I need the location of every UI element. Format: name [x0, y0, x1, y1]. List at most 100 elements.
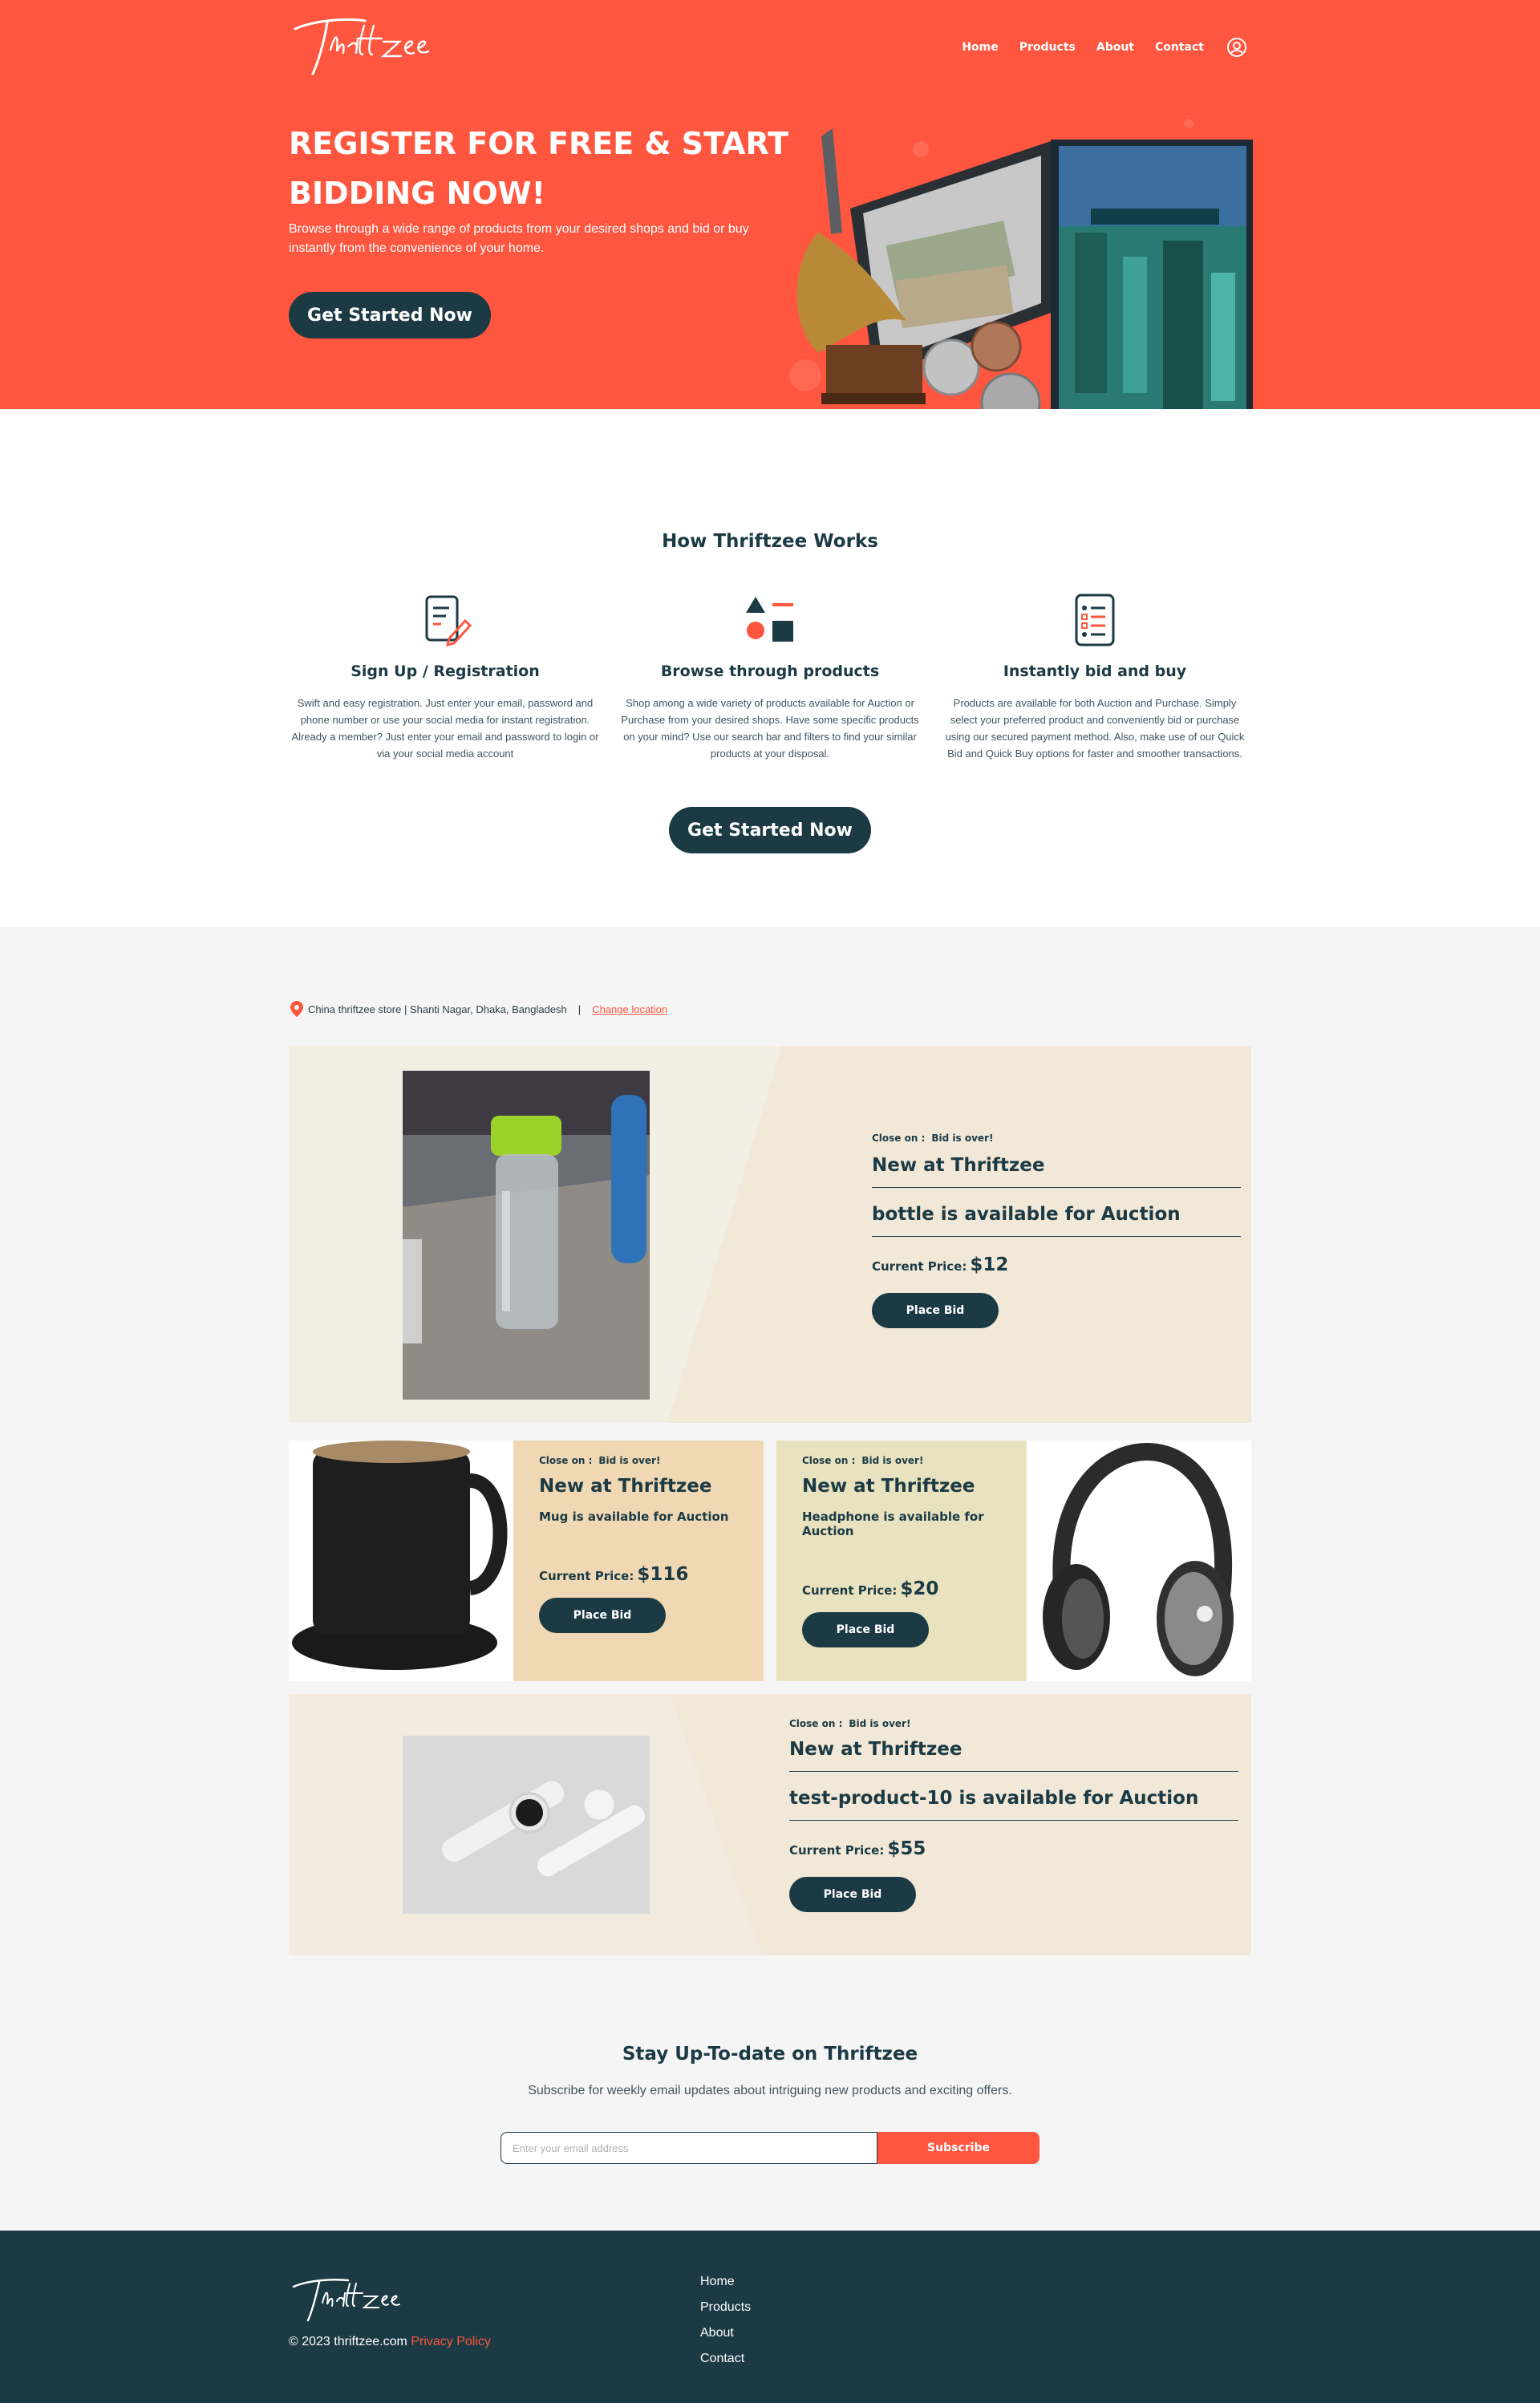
place-bid-button[interactable]: Place Bid — [802, 1612, 929, 1647]
hero-section: Home Products About Contact REGISTER FOR… — [0, 0, 1540, 433]
step-text: Shop among a wide variety of products av… — [621, 697, 919, 760]
price-value: $55 — [887, 1838, 926, 1859]
how-title: How Thriftzee Works — [662, 531, 878, 552]
brand-logo[interactable] — [289, 10, 433, 82]
subscribe-text: Subscribe for weekly email updates about… — [528, 2084, 1012, 2097]
user-account-icon[interactable] — [1226, 37, 1247, 58]
product-info: Close on : Bid is over! New at Thriftzee … — [802, 1455, 1027, 1647]
product-headline: New at Thriftzee — [539, 1476, 712, 1497]
step-browse: Browse through products Shop among a wid… — [610, 592, 930, 762]
step-title: Instantly bid and buy — [1003, 663, 1187, 680]
current-price: Current Price: $12 — [872, 1254, 1241, 1275]
place-bid-button[interactable]: Place Bid — [789, 1877, 916, 1912]
product-info: Close on : Bid is over! New at Thriftzee … — [872, 1133, 1241, 1328]
current-price: Current Price: $116 — [539, 1564, 764, 1585]
price-value: $12 — [970, 1254, 1009, 1275]
step-title: Sign Up / Registration — [351, 663, 540, 680]
shapes-icon — [746, 597, 793, 642]
step-sign-up: Sign Up / Registration Swift and easy re… — [285, 592, 606, 762]
how-it-works-section: How Thriftzee Works Sign Up / Registrati… — [0, 409, 1540, 927]
headphone-product-image[interactable] — [1027, 1441, 1251, 1681]
close-label: Close on : — [872, 1133, 926, 1144]
product-info: Close on : Bid is over! New at Thriftzee … — [789, 1718, 1238, 1912]
price-label: Current Price: — [872, 1259, 967, 1274]
nav-contact[interactable]: Contact — [1155, 41, 1204, 54]
product-headline: New at Thriftzee — [872, 1155, 1045, 1176]
close-status: Bid is over! — [861, 1455, 924, 1466]
price-label: Current Price: — [802, 1583, 898, 1598]
products-section: China thriftzee store | Shanti Nagar, Dh… — [0, 927, 1540, 2231]
nav-home[interactable]: Home — [962, 41, 998, 54]
bid-close-status: Close on : Bid is over! — [789, 1718, 1238, 1729]
divider — [789, 1771, 1238, 1772]
location-pin-icon — [290, 1001, 303, 1017]
mug-product-card: Close on : Bid is over! New at Thriftzee … — [513, 1441, 764, 1681]
footer-link-about[interactable]: About — [700, 2320, 751, 2346]
bid-close-status: Close on : Bid is over! — [872, 1133, 1241, 1144]
price-label: Current Price: — [789, 1843, 885, 1858]
subscribe-title: Stay Up-To-date on Thriftzee — [622, 2044, 918, 2065]
checklist-icon — [1075, 594, 1115, 646]
divider — [872, 1187, 1241, 1188]
email-input[interactable] — [500, 2132, 877, 2164]
mug-product-image[interactable] — [289, 1441, 513, 1681]
hero-get-started-button[interactable]: Get Started Now — [289, 292, 491, 338]
product-availability: Mug is available for Auction — [539, 1509, 729, 1524]
close-label: Close on : — [789, 1718, 843, 1729]
privacy-policy-link[interactable]: Privacy Policy — [411, 2335, 491, 2348]
nav-products[interactable]: Products — [1019, 41, 1076, 54]
price-label: Current Price: — [539, 1569, 634, 1583]
featured-product-card: Close on : Bid is over! New at Thriftzee … — [289, 1046, 1251, 1423]
product-headline: New at Thriftzee — [789, 1739, 962, 1760]
hero-title: REGISTER FOR FREE & START BIDDING NOW! — [289, 126, 788, 211]
bid-close-status: Close on : Bid is over! — [802, 1455, 1027, 1466]
footer-link-home[interactable]: Home — [700, 2269, 751, 2295]
divider — [789, 1820, 1238, 1821]
divider — [872, 1236, 1241, 1237]
product-headline: New at Thriftzee — [802, 1476, 975, 1497]
place-bid-button[interactable]: Place Bid — [872, 1293, 999, 1328]
step-text: Products are available for both Auction … — [945, 697, 1245, 760]
store-location: China thriftzee store | Shanti Nagar, Dh… — [290, 1001, 667, 1017]
product-info: Close on : Bid is over! New at Thriftzee … — [539, 1455, 764, 1633]
main-nav: Home Products About Contact — [941, 37, 1247, 58]
close-status: Bid is over! — [849, 1718, 911, 1729]
step-bid-buy: Instantly bid and buy Products are avail… — [934, 592, 1255, 762]
step-text: Swift and easy registration. Just enter … — [291, 697, 599, 760]
price-value: $116 — [637, 1564, 689, 1585]
close-label: Close on : — [802, 1455, 856, 1466]
register-form-icon — [425, 595, 472, 647]
close-status: Bid is over! — [931, 1133, 994, 1144]
featured-product-card-watch: Close on : Bid is over! New at Thriftzee … — [289, 1694, 1251, 1955]
subscribe-form: Subscribe — [500, 2132, 1040, 2164]
place-bid-button[interactable]: Place Bid — [539, 1598, 666, 1633]
footer-link-products[interactable]: Products — [700, 2295, 751, 2320]
hero-subtitle: Browse through a wide range of products … — [289, 222, 749, 255]
current-price: Current Price: $20 — [802, 1578, 1027, 1599]
product-availability: test-product-10 is available for Auction — [789, 1788, 1199, 1809]
step-title: Browse through products — [660, 663, 880, 680]
headphone-product-card: Close on : Bid is over! New at Thriftzee … — [776, 1441, 1027, 1681]
footer-brand-logo[interactable] — [289, 2271, 401, 2327]
how-get-started-button[interactable]: Get Started Now — [669, 807, 871, 853]
price-value: $20 — [900, 1578, 939, 1599]
close-label: Close on : — [539, 1455, 593, 1466]
location-separator: | — [578, 1003, 582, 1015]
footer-copyright: © 2023 thriftzee.com Privacy Policy — [289, 2335, 491, 2349]
bottle-product-image[interactable] — [403, 1071, 650, 1400]
copyright-text: © 2023 thriftzee.com — [289, 2335, 407, 2348]
bid-close-status: Close on : Bid is over! — [539, 1455, 764, 1466]
change-location-link[interactable]: Change location — [592, 1003, 667, 1015]
close-status: Bid is over! — [598, 1455, 661, 1466]
footer-link-contact[interactable]: Contact — [700, 2346, 751, 2372]
footer: © 2023 thriftzee.com Privacy Policy Home… — [0, 2231, 1540, 2403]
current-price: Current Price: $55 — [789, 1838, 1238, 1859]
nav-about[interactable]: About — [1096, 41, 1134, 54]
watch-product-image[interactable] — [403, 1736, 650, 1914]
hero-collectibles-illustration — [789, 119, 1253, 433]
product-availability: bottle is available for Auction — [872, 1204, 1181, 1225]
footer-links: Home Products About Contact — [700, 2269, 751, 2372]
subscribe-button[interactable]: Subscribe — [877, 2132, 1040, 2164]
product-availability: Headphone is available for Auction — [802, 1509, 984, 1538]
location-text: China thriftzee store | Shanti Nagar, Dh… — [308, 1003, 567, 1015]
